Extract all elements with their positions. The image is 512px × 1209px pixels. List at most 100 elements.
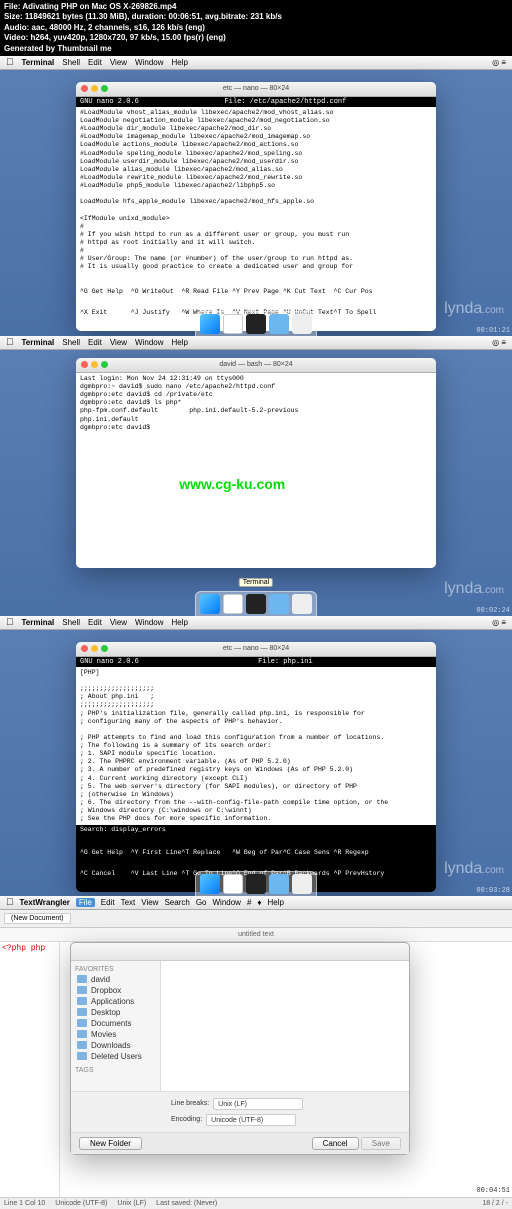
dock[interactable] xyxy=(195,311,317,336)
window-titlebar[interactable]: etc — nano — 80×24 xyxy=(76,82,436,97)
sidebar-item-movies[interactable]: Movies xyxy=(75,1029,156,1040)
cancel-button[interactable]: Cancel xyxy=(312,1137,359,1150)
dock[interactable] xyxy=(195,871,317,896)
window-titlebar[interactable]: etc — nano — 80×24 xyxy=(76,642,436,657)
terminal-icon[interactable] xyxy=(246,314,266,334)
timestamp: 00:04:51 xyxy=(476,1187,510,1195)
chrome-icon[interactable] xyxy=(223,314,243,334)
document-tab[interactable]: untitled text xyxy=(0,928,512,942)
macos-menubar[interactable]:  Terminal Shell Edit View Window Help ◎… xyxy=(0,56,512,70)
close-icon[interactable] xyxy=(81,645,88,652)
dropbox-icon xyxy=(77,986,87,994)
sidebar-item-deleted[interactable]: Deleted Users xyxy=(75,1051,156,1062)
nano-search-prompt[interactable]: Search: display_errors xyxy=(76,825,436,834)
terminal-window[interactable]: etc — nano — 80×24 GNU nano 2.0.6File: p… xyxy=(76,642,436,892)
sidebar-item-desktop[interactable]: Desktop xyxy=(75,1007,156,1018)
macos-menubar[interactable]:  Terminal Shell Edit View Window Help ◎… xyxy=(0,616,512,630)
nano-editor-body[interactable]: #LoadModule vhost_alias_module libexec/a… xyxy=(76,107,436,274)
close-icon[interactable] xyxy=(81,361,88,368)
terminal-icon[interactable] xyxy=(246,874,266,894)
window-title: david — bash — 80×24 xyxy=(219,361,292,368)
trash-icon[interactable] xyxy=(292,314,312,334)
sidebar-item-downloads[interactable]: Downloads xyxy=(75,1040,156,1051)
terminal-icon[interactable] xyxy=(246,594,266,614)
zoom-icon[interactable] xyxy=(101,361,108,368)
dialog-sidebar[interactable]: Favorites david Dropbox Applications Des… xyxy=(71,961,161,1091)
timestamp: 00:03:28 xyxy=(476,887,510,895)
apple-logo-icon[interactable]:  xyxy=(6,617,14,628)
editor-toolbar[interactable]: (New Document) xyxy=(0,910,512,928)
nano-editor-body[interactable]: [PHP] ;;;;;;;;;;;;;;;;;;; ; About php.in… xyxy=(76,667,436,825)
window-title: etc — nano — 80×24 xyxy=(223,85,289,92)
lynda-watermark: lynda.com xyxy=(444,860,504,878)
linebreaks-select[interactable]: Unix (LF) xyxy=(213,1098,303,1110)
minimize-icon[interactable] xyxy=(91,361,98,368)
trash-icon[interactable] xyxy=(292,594,312,614)
minimize-icon[interactable] xyxy=(91,85,98,92)
app-menu[interactable]: TextWrangler xyxy=(20,898,70,907)
apple-logo-icon[interactable]:  xyxy=(6,897,14,908)
tags-header: Tags xyxy=(75,1066,156,1075)
close-icon[interactable] xyxy=(81,85,88,92)
folder-icon[interactable] xyxy=(269,594,289,614)
window-titlebar[interactable]: david — bash — 80×24 xyxy=(76,358,436,373)
window-title: etc — nano — 80×24 xyxy=(223,645,289,652)
folder-icon[interactable] xyxy=(269,314,289,334)
new-document-button[interactable]: (New Document) xyxy=(4,913,71,924)
dock[interactable]: Terminal xyxy=(195,591,317,616)
encoding-select[interactable]: Unicode (UTF-8) xyxy=(206,1114,296,1126)
apple-logo-icon[interactable]:  xyxy=(6,337,14,348)
timestamp: 00:02:24 xyxy=(476,607,510,615)
sidebar-item-applications[interactable]: Applications xyxy=(75,996,156,1007)
terminal-window[interactable]: david — bash — 80×24 Last login: Mon Nov… xyxy=(76,358,436,568)
cursor-position: Line 1 Col 10 xyxy=(4,1200,45,1207)
macos-menubar[interactable]:  TextWrangler File Edit Text View Searc… xyxy=(0,896,512,910)
finder-icon[interactable] xyxy=(200,314,220,334)
timestamp: 00:01:21 xyxy=(476,327,510,335)
status-bar: Line 1 Col 10 Unicode (UTF-8) Unix (LF) … xyxy=(0,1197,512,1209)
minimize-icon[interactable] xyxy=(91,645,98,652)
file-menu-open[interactable]: File xyxy=(76,898,95,907)
dock-tooltip: Terminal xyxy=(239,578,273,587)
apple-logo-icon[interactable]:  xyxy=(6,57,14,68)
lynda-watermark: lynda.com xyxy=(444,300,504,318)
file-browser[interactable] xyxy=(161,961,409,1091)
nano-header: GNU nano 2.0.6File: php.ini xyxy=(76,657,436,667)
chrome-icon[interactable] xyxy=(223,874,243,894)
chrome-icon[interactable] xyxy=(223,594,243,614)
folder-icon xyxy=(77,1008,87,1016)
sidebar-item-documents[interactable]: Documents xyxy=(75,1018,156,1029)
finder-icon[interactable] xyxy=(200,874,220,894)
sidebar-item-dropbox[interactable]: Dropbox xyxy=(75,985,156,996)
terminal-body[interactable]: Last login: Mon Nov 24 12:31:49 on ttys0… xyxy=(76,373,436,568)
nano-header: GNU nano 2.0.6File: /etc/apache2/httpd.c… xyxy=(76,97,436,107)
video-metadata: File: Adivating PHP on Mac OS X-269826.m… xyxy=(0,0,512,56)
folder-icon xyxy=(77,1019,87,1027)
encoding-label: Encoding: xyxy=(171,1116,202,1123)
trash-icon[interactable] xyxy=(292,874,312,894)
favorites-header: Favorites xyxy=(75,965,156,974)
cg-ku-watermark: www.cg-ku.com xyxy=(179,476,285,492)
linebreaks-label: Line breaks: xyxy=(171,1100,209,1107)
folder-icon[interactable] xyxy=(269,874,289,894)
folder-icon xyxy=(77,1030,87,1038)
editor-pane[interactable]: <?php php xyxy=(0,942,60,1197)
macos-menubar[interactable]:  Terminal Shell Edit View Window Help ◎… xyxy=(0,336,512,350)
new-folder-button[interactable]: New Folder xyxy=(79,1137,142,1150)
app-menu[interactable]: Terminal xyxy=(22,58,55,67)
menubar-right: ◎ ≡ xyxy=(492,58,506,67)
home-icon xyxy=(77,975,87,983)
finder-icon[interactable] xyxy=(200,594,220,614)
sidebar-item-david[interactable]: david xyxy=(75,974,156,985)
terminal-window[interactable]: etc — nano — 80×24 GNU nano 2.0.6File: /… xyxy=(76,82,436,332)
folder-icon xyxy=(77,1052,87,1060)
zoom-icon[interactable] xyxy=(101,645,108,652)
folder-icon xyxy=(77,997,87,1005)
dialog-toolbar[interactable] xyxy=(71,943,409,961)
folder-icon xyxy=(77,1041,87,1049)
lynda-watermark: lynda.com xyxy=(444,580,504,598)
save-dialog: Favorites david Dropbox Applications Des… xyxy=(70,942,410,1155)
textwrangler-window: (New Document) untitled text <?php php F… xyxy=(0,910,512,1209)
save-button[interactable]: Save xyxy=(361,1137,401,1150)
zoom-icon[interactable] xyxy=(101,85,108,92)
